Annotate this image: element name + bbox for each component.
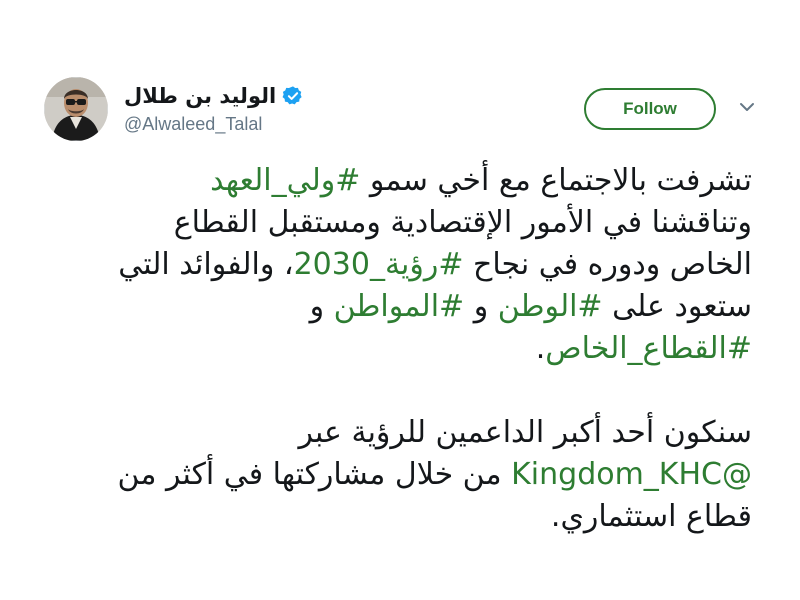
display-name[interactable]: الوليد بن طلال: [124, 84, 276, 108]
tweet-text-segment: الخاص ودوره في نجاح: [463, 247, 752, 282]
tweet-text-segment: و: [464, 289, 498, 324]
hashtag-link[interactable]: #القطاع_الخاص: [545, 331, 752, 366]
tweet-text: تشرفت بالاجتماع مع أخي سمو #ولي_العهد وت…: [32, 160, 752, 538]
tweet-text-segment: .: [535, 331, 546, 366]
tweet-line: قطاع استثماري.: [32, 496, 752, 538]
tweet-line: @Kingdom_KHC من خلال مشاركتها في أكثر من: [32, 454, 752, 496]
hashtag-link[interactable]: #المواطن: [334, 289, 465, 324]
hashtag-link[interactable]: #الوطن: [498, 289, 603, 324]
tweet-line: #القطاع_الخاص.: [32, 328, 752, 370]
tweet-text-segment: ، والفوائد التي: [118, 247, 294, 282]
chevron-down-icon[interactable]: [739, 101, 755, 113]
tweet-header: الوليد بن طلال @Alwaleed_Talal Follow: [0, 0, 800, 150]
tweet-text-segment: ستعود على: [602, 289, 752, 324]
avatar-photo: [44, 77, 108, 141]
avatar[interactable]: [44, 77, 108, 141]
username[interactable]: @Alwaleed_Talal: [124, 114, 262, 135]
tweet-line: الخاص ودوره في نجاح #رؤية_2030، والفوائد…: [32, 244, 752, 286]
tweet-text-segment: و: [309, 289, 334, 324]
hashtag-link[interactable]: #رؤية_2030: [294, 247, 464, 282]
hashtag-link[interactable]: #ولي_العهد: [210, 163, 360, 198]
tweet-line: ستعود على #الوطن و #المواطن و: [32, 286, 752, 328]
tweet-line: سنكون أحد أكبر الداعمين للرؤية عبر: [32, 412, 752, 454]
tweet-text-segment: قطاع استثماري.: [550, 499, 752, 534]
tweet-line: تشرفت بالاجتماع مع أخي سمو #ولي_العهد: [32, 160, 752, 202]
tweet-text-segment: وتناقشنا في الأمور الإقتصادية ومستقبل ال…: [173, 205, 752, 240]
tweet-text-segment: تشرفت بالاجتماع مع أخي سمو: [360, 163, 752, 198]
follow-button[interactable]: Follow: [584, 88, 716, 130]
tweet-text-segment: من خلال مشاركتها في أكثر من: [117, 457, 512, 492]
tweet-line: وتناقشنا في الأمور الإقتصادية ومستقبل ال…: [32, 202, 752, 244]
display-name-row: الوليد بن طلال: [124, 82, 304, 110]
mention-link[interactable]: @Kingdom_KHC: [511, 457, 752, 492]
tweet-text-segment: سنكون أحد أكبر الداعمين للرؤية عبر: [298, 415, 752, 450]
verified-badge-icon: [282, 85, 304, 107]
